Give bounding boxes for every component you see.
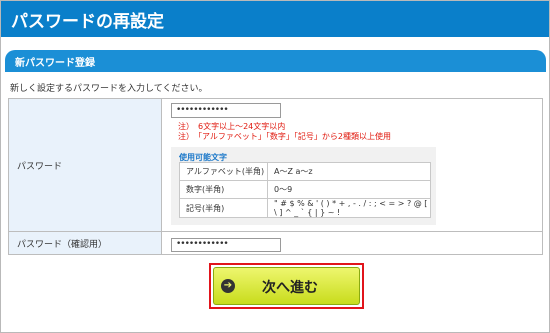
- confirm-password-label: パスワード（確認用）: [8, 231, 162, 255]
- arrow-right-icon: ➔: [221, 279, 235, 293]
- allowed-characters-box: 使用可能文字 アルファベット(半角) A～Z a～z 数字(半角) 0～9 記号…: [171, 147, 436, 225]
- password-label: パスワード: [8, 98, 162, 232]
- next-button[interactable]: ➔ 次へ進む: [213, 267, 360, 305]
- section-header: 新パスワード登録: [5, 50, 546, 72]
- password-input[interactable]: ••••••••••••: [171, 103, 281, 118]
- page-header: パスワードの再設定: [1, 1, 549, 37]
- char-type: アルファベット(半角): [179, 162, 268, 181]
- section-title: 新パスワード登録: [15, 58, 95, 69]
- char-values: 0～9: [267, 180, 431, 199]
- confirm-password-input[interactable]: ••••••••••••: [171, 238, 281, 252]
- allowed-characters-table: アルファベット(半角) A～Z a～z 数字(半角) 0～9 記号(半角) " …: [179, 162, 431, 218]
- page-title: パスワードの再設定: [11, 12, 164, 32]
- char-type: 数字(半角): [179, 180, 268, 199]
- intro-text: 新しく設定するパスワードを入力してください。: [10, 84, 208, 94]
- char-values: " # $ % & ' ( ) * + , - . / : ; < = > ? …: [267, 198, 431, 218]
- table-row: 数字(半角) 0～9: [179, 180, 431, 199]
- table-row: 記号(半角) " # $ % & ' ( ) * + , - . / : ; <…: [179, 198, 431, 218]
- char-type: 記号(半角): [179, 198, 268, 218]
- char-values: A～Z a～z: [267, 162, 431, 181]
- table-row: アルファベット(半角) A～Z a～z: [179, 162, 431, 181]
- password-note-types: 注） 「アルファベット」「数字」「記号」から2種類以上使用: [178, 132, 392, 141]
- next-button-label: 次へ進む: [262, 280, 318, 296]
